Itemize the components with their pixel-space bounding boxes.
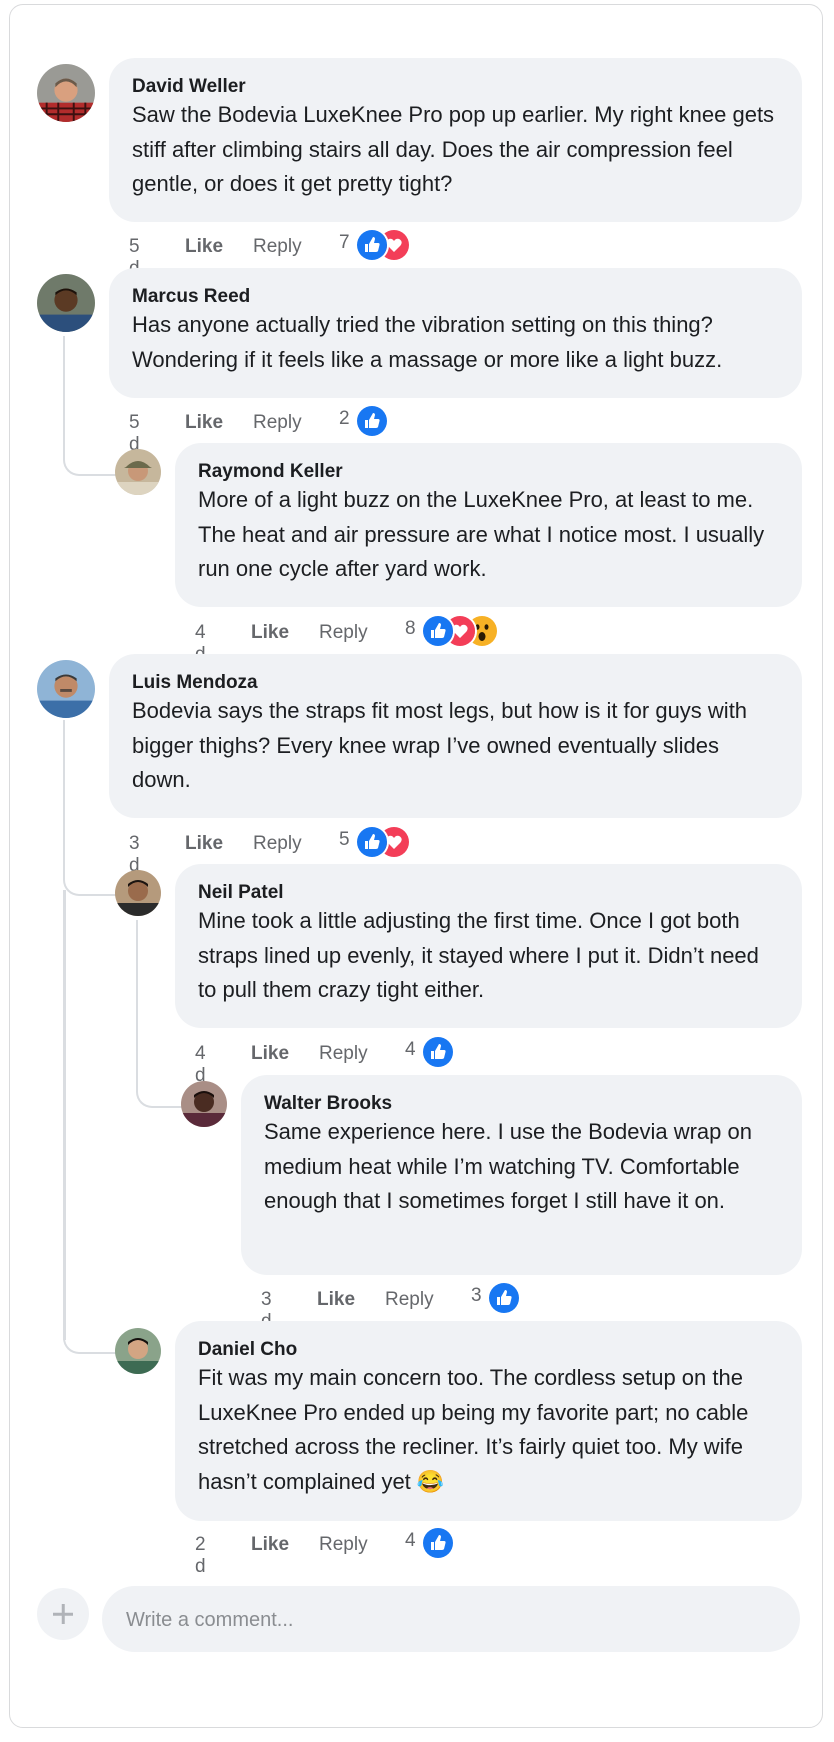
comment-author[interactable]: Walter Brooks <box>264 1093 780 1115</box>
reply-button[interactable]: Reply <box>253 412 302 434</box>
comment-text: Same experience here. I use the Bodevia … <box>264 1119 752 1213</box>
comment-timestamp[interactable]: 2 d <box>195 1534 206 1578</box>
avatar[interactable] <box>115 870 161 916</box>
comment-bubble: Neil Patel Mine took a little adjusting … <box>175 864 802 1028</box>
like-button[interactable]: Like <box>317 1289 355 1311</box>
like-button[interactable]: Like <box>251 1534 289 1556</box>
like-button[interactable]: Like <box>185 236 223 258</box>
reply-button[interactable]: Reply <box>253 236 302 258</box>
thread-line <box>63 1330 117 1354</box>
avatar[interactable] <box>115 1328 161 1374</box>
comment-author[interactable]: David Weller <box>132 76 780 98</box>
comment-text: More of a light buzz on the LuxeKnee Pro… <box>198 487 765 581</box>
comment-author[interactable]: Neil Patel <box>198 882 780 904</box>
reaction-count[interactable]: 2 <box>339 408 350 430</box>
comment-bubble: Luis Mendoza Bodevia says the straps fit… <box>109 654 802 818</box>
comment-composer[interactable] <box>102 1586 800 1654</box>
like-reaction-icon <box>421 614 455 648</box>
comment-author[interactable]: Daniel Cho <box>198 1339 780 1361</box>
like-reaction-icon <box>355 825 389 859</box>
comment-author[interactable]: Marcus Reed <box>132 286 780 308</box>
comment-bubble: Daniel Cho Fit was my main concern too. … <box>175 1321 802 1521</box>
reaction-count[interactable]: 5 <box>339 829 350 851</box>
comment-text: Has anyone actually tried the vibration … <box>132 312 723 372</box>
comment-text: Mine took a little adjusting the first t… <box>198 908 759 1002</box>
reply-button[interactable]: Reply <box>385 1289 434 1311</box>
avatar[interactable] <box>37 660 95 718</box>
like-reaction-icon <box>421 1035 455 1069</box>
like-reaction-icon <box>487 1281 521 1315</box>
comment-input[interactable] <box>124 1586 778 1654</box>
comment-bubble: David Weller Saw the Bodevia LuxeKnee Pr… <box>109 58 802 222</box>
thread-line <box>63 890 66 1340</box>
comment-bubble: Walter Brooks Same experience here. I us… <box>241 1075 802 1275</box>
avatar[interactable] <box>37 64 95 122</box>
avatar[interactable] <box>115 449 161 495</box>
comment-author[interactable]: Raymond Keller <box>198 461 780 483</box>
reply-button[interactable]: Reply <box>253 833 302 855</box>
comment-author[interactable]: Luis Mendoza <box>132 672 780 694</box>
like-button[interactable]: Like <box>185 412 223 434</box>
reply-button[interactable]: Reply <box>319 1534 368 1556</box>
reaction-count[interactable]: 8 <box>405 618 416 640</box>
reply-button[interactable]: Reply <box>319 622 368 644</box>
comment-bubble: Marcus Reed Has anyone actually tried th… <box>109 268 802 398</box>
comment-bubble: Raymond Keller More of a light buzz on t… <box>175 443 802 607</box>
comment-text: Saw the Bodevia LuxeKnee Pro pop up earl… <box>132 102 775 196</box>
like-button[interactable]: Like <box>251 622 289 644</box>
plus-icon[interactable] <box>37 1588 89 1640</box>
comment-text: Fit was my main concern too. The cordles… <box>198 1365 749 1494</box>
reaction-count[interactable]: 3 <box>471 1285 482 1307</box>
reaction-count[interactable]: 4 <box>405 1039 416 1061</box>
like-reaction-icon <box>355 228 389 262</box>
like-button[interactable]: Like <box>185 833 223 855</box>
like-button[interactable]: Like <box>251 1043 289 1065</box>
reply-button[interactable]: Reply <box>319 1043 368 1065</box>
avatar[interactable] <box>181 1081 227 1127</box>
avatar[interactable] <box>37 274 95 332</box>
like-reaction-icon <box>355 404 389 438</box>
reaction-count[interactable]: 4 <box>405 1530 416 1552</box>
like-reaction-icon <box>421 1526 455 1560</box>
reaction-count[interactable]: 7 <box>339 232 350 254</box>
comment-text: Bodevia says the straps fit most legs, b… <box>132 698 748 792</box>
